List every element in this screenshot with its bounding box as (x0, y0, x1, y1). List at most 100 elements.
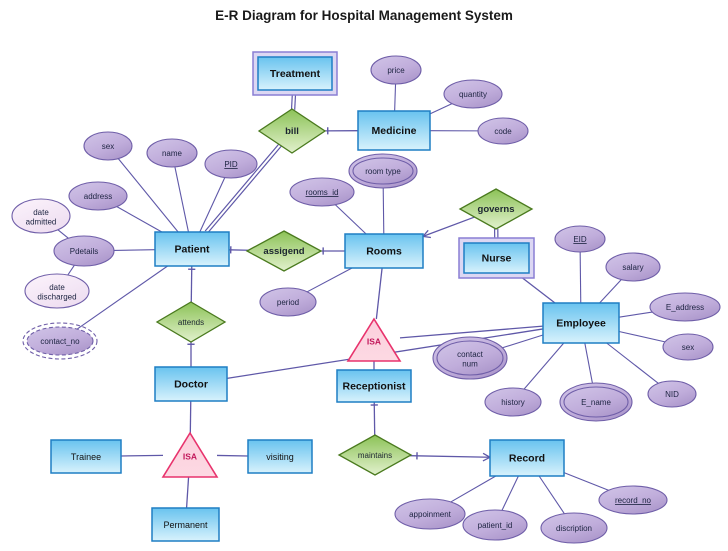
attribute-date-admitted[interactable]: date admitted (11, 198, 71, 234)
attribute-label: contact_no (40, 337, 80, 346)
entity-visiting[interactable]: visiting (247, 439, 313, 474)
attribute-link-patient-id (501, 475, 519, 511)
isa-node-isa-receptionist[interactable]: ISA (346, 317, 402, 362)
connector-isa-doctor-to-trainee (120, 454, 164, 457)
attribute-link-salary (599, 279, 622, 304)
isa-label: ISA (183, 452, 197, 462)
attribute-link-room-type (382, 183, 385, 235)
entity-label: Patient (174, 244, 210, 256)
attribute-history[interactable]: history (484, 387, 542, 417)
attribute-link-quantity (429, 103, 453, 115)
entity-doctor[interactable]: Doctor (154, 366, 228, 402)
entity-label: Nurse (482, 253, 512, 265)
attribute-label: code (494, 127, 512, 136)
attribute-address[interactable]: address (68, 181, 128, 211)
attribute-link-period (306, 267, 353, 293)
connector-patient-to-assigend (228, 246, 249, 254)
attribute-link-contact-no (76, 265, 168, 330)
attribute-e-name[interactable]: E_name (559, 382, 633, 422)
attribute-link-pdetails (113, 249, 156, 251)
attribute-link-e-name (584, 342, 594, 388)
entity-trainee[interactable]: Trainee (50, 439, 122, 474)
relationship-label: governs (478, 204, 515, 215)
entity-nurse[interactable]: Nurse (458, 237, 535, 279)
entity-receptionist[interactable]: Receptionist (336, 369, 412, 403)
attribute-code[interactable]: code (477, 117, 529, 145)
attribute-label: history (501, 398, 525, 407)
attribute-room-type[interactable]: room type (348, 153, 418, 189)
attribute-link-sex-e (618, 330, 666, 343)
attribute-period[interactable]: period (259, 287, 317, 317)
attribute-record-no[interactable]: record_no (598, 485, 668, 515)
entity-rooms[interactable]: Rooms (344, 233, 424, 269)
entity-employee[interactable]: Employee (542, 302, 620, 344)
attribute-link-date-discharged (67, 264, 75, 276)
connector-bill-to-medicine (324, 127, 359, 135)
attribute-price[interactable]: price (370, 55, 422, 85)
relationship-assigend[interactable]: assigend (245, 230, 323, 272)
relationship-label: maintains (358, 451, 392, 460)
attribute-label: E_address (666, 303, 704, 312)
connector-isa-doctor-to-visiting (216, 454, 249, 457)
relationship-maintains[interactable]: maintains (337, 434, 413, 476)
attribute-pdetails[interactable]: Pdetails (53, 235, 115, 267)
attribute-discription[interactable]: discription (540, 512, 608, 544)
attribute-appoinment[interactable]: appoinment (394, 498, 466, 530)
attribute-label: EID (573, 235, 587, 244)
attribute-label: PID (224, 160, 238, 169)
attribute-link-record-no (563, 472, 609, 491)
entity-layer: Treatment Medicine Patient Rooms Nurse Employ… (50, 51, 620, 542)
attribute-link-eid (579, 251, 582, 304)
attribute-name[interactable]: name (146, 138, 198, 168)
attribute-label: E_name (581, 398, 611, 407)
relationship-attends[interactable]: attends (155, 301, 227, 343)
relationship-label: bill (285, 126, 299, 137)
attribute-eid[interactable]: EID (554, 225, 606, 253)
attribute-label: record_no (615, 496, 652, 505)
entity-label: Rooms (366, 246, 402, 258)
er-diagram-svg: E-R Diagram for Hospital Management Syst… (11, 8, 721, 544)
attribute-date-discharged[interactable]: date discharged (24, 273, 90, 309)
entity-medicine[interactable]: Medicine (357, 110, 431, 151)
attribute-label: Pdetails (70, 247, 98, 256)
attribute-sex-e[interactable]: sex (662, 333, 714, 361)
attribute-label: sex (682, 343, 694, 352)
entity-label: Medicine (372, 125, 417, 137)
attribute-link-discription (538, 475, 565, 514)
connector-patient-to-attends (188, 265, 196, 303)
attribute-label: address (84, 192, 112, 201)
entity-label: visiting (266, 452, 294, 462)
relationship-bill[interactable]: bill (257, 108, 327, 154)
attribute-pid[interactable]: PID (204, 149, 258, 179)
attribute-sex-p[interactable]: sex (83, 131, 133, 161)
attribute-label: price (387, 66, 405, 75)
attribute-link-name (174, 166, 189, 233)
entity-permanent[interactable]: Permanent (151, 507, 220, 542)
entity-treatment[interactable]: Treatment (252, 51, 338, 96)
attribute-link-appoinment (450, 475, 497, 503)
relationship-label: assigend (263, 246, 304, 257)
attribute-e-address[interactable]: E_address (649, 292, 721, 322)
relationship-label: attends (178, 318, 204, 327)
entity-record[interactable]: Record (489, 439, 565, 477)
attribute-link-address (116, 206, 163, 233)
attribute-label: quantity (459, 90, 487, 99)
connector-maintains-to-record (409, 452, 492, 462)
attribute-label: sex (102, 142, 114, 151)
entity-label: Doctor (174, 379, 208, 391)
attribute-contact-no[interactable]: contact_no (22, 322, 98, 360)
entity-patient[interactable]: Patient (154, 231, 230, 267)
relationship-governs[interactable]: governs (458, 188, 534, 230)
attribute-link-price (394, 83, 397, 112)
connector-governs-to-rooms (421, 216, 475, 239)
attribute-nid[interactable]: NID (647, 380, 697, 408)
isa-node-isa-doctor[interactable]: ISA (161, 431, 219, 478)
attribute-label: period (277, 298, 299, 307)
attribute-quantity[interactable]: quantity (443, 79, 503, 109)
attribute-salary[interactable]: salary (605, 252, 661, 282)
attribute-patient-id[interactable]: patient_id (462, 509, 528, 541)
attribute-contact-num[interactable]: contact num (432, 336, 508, 380)
entity-label: Employee (556, 318, 606, 330)
attribute-link-rooms-id (334, 204, 367, 235)
attribute-rooms-id[interactable]: rooms_id (289, 177, 355, 207)
